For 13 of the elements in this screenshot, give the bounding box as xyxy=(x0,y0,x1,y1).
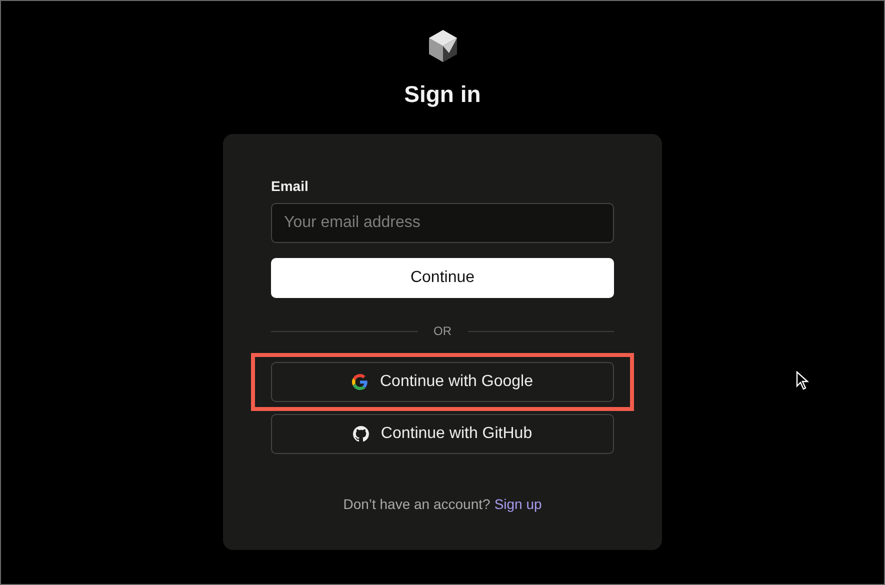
google-icon xyxy=(352,374,368,390)
github-sign-in-button[interactable]: Continue with GitHub xyxy=(271,414,614,454)
continue-button[interactable]: Continue xyxy=(271,258,614,298)
cube-logo-icon xyxy=(426,29,458,63)
page-title: Sign in xyxy=(404,81,481,108)
or-divider-text: OR xyxy=(434,324,452,338)
github-icon xyxy=(352,426,369,442)
email-input[interactable]: Your email address xyxy=(271,203,614,243)
mouse-cursor-icon xyxy=(796,371,810,391)
google-sign-in-button[interactable]: Continue with Google xyxy=(271,362,614,402)
sign-up-link[interactable]: Sign up xyxy=(494,496,542,512)
no-account-text: Don’t have an account? xyxy=(343,496,490,512)
email-label: Email xyxy=(271,178,310,194)
